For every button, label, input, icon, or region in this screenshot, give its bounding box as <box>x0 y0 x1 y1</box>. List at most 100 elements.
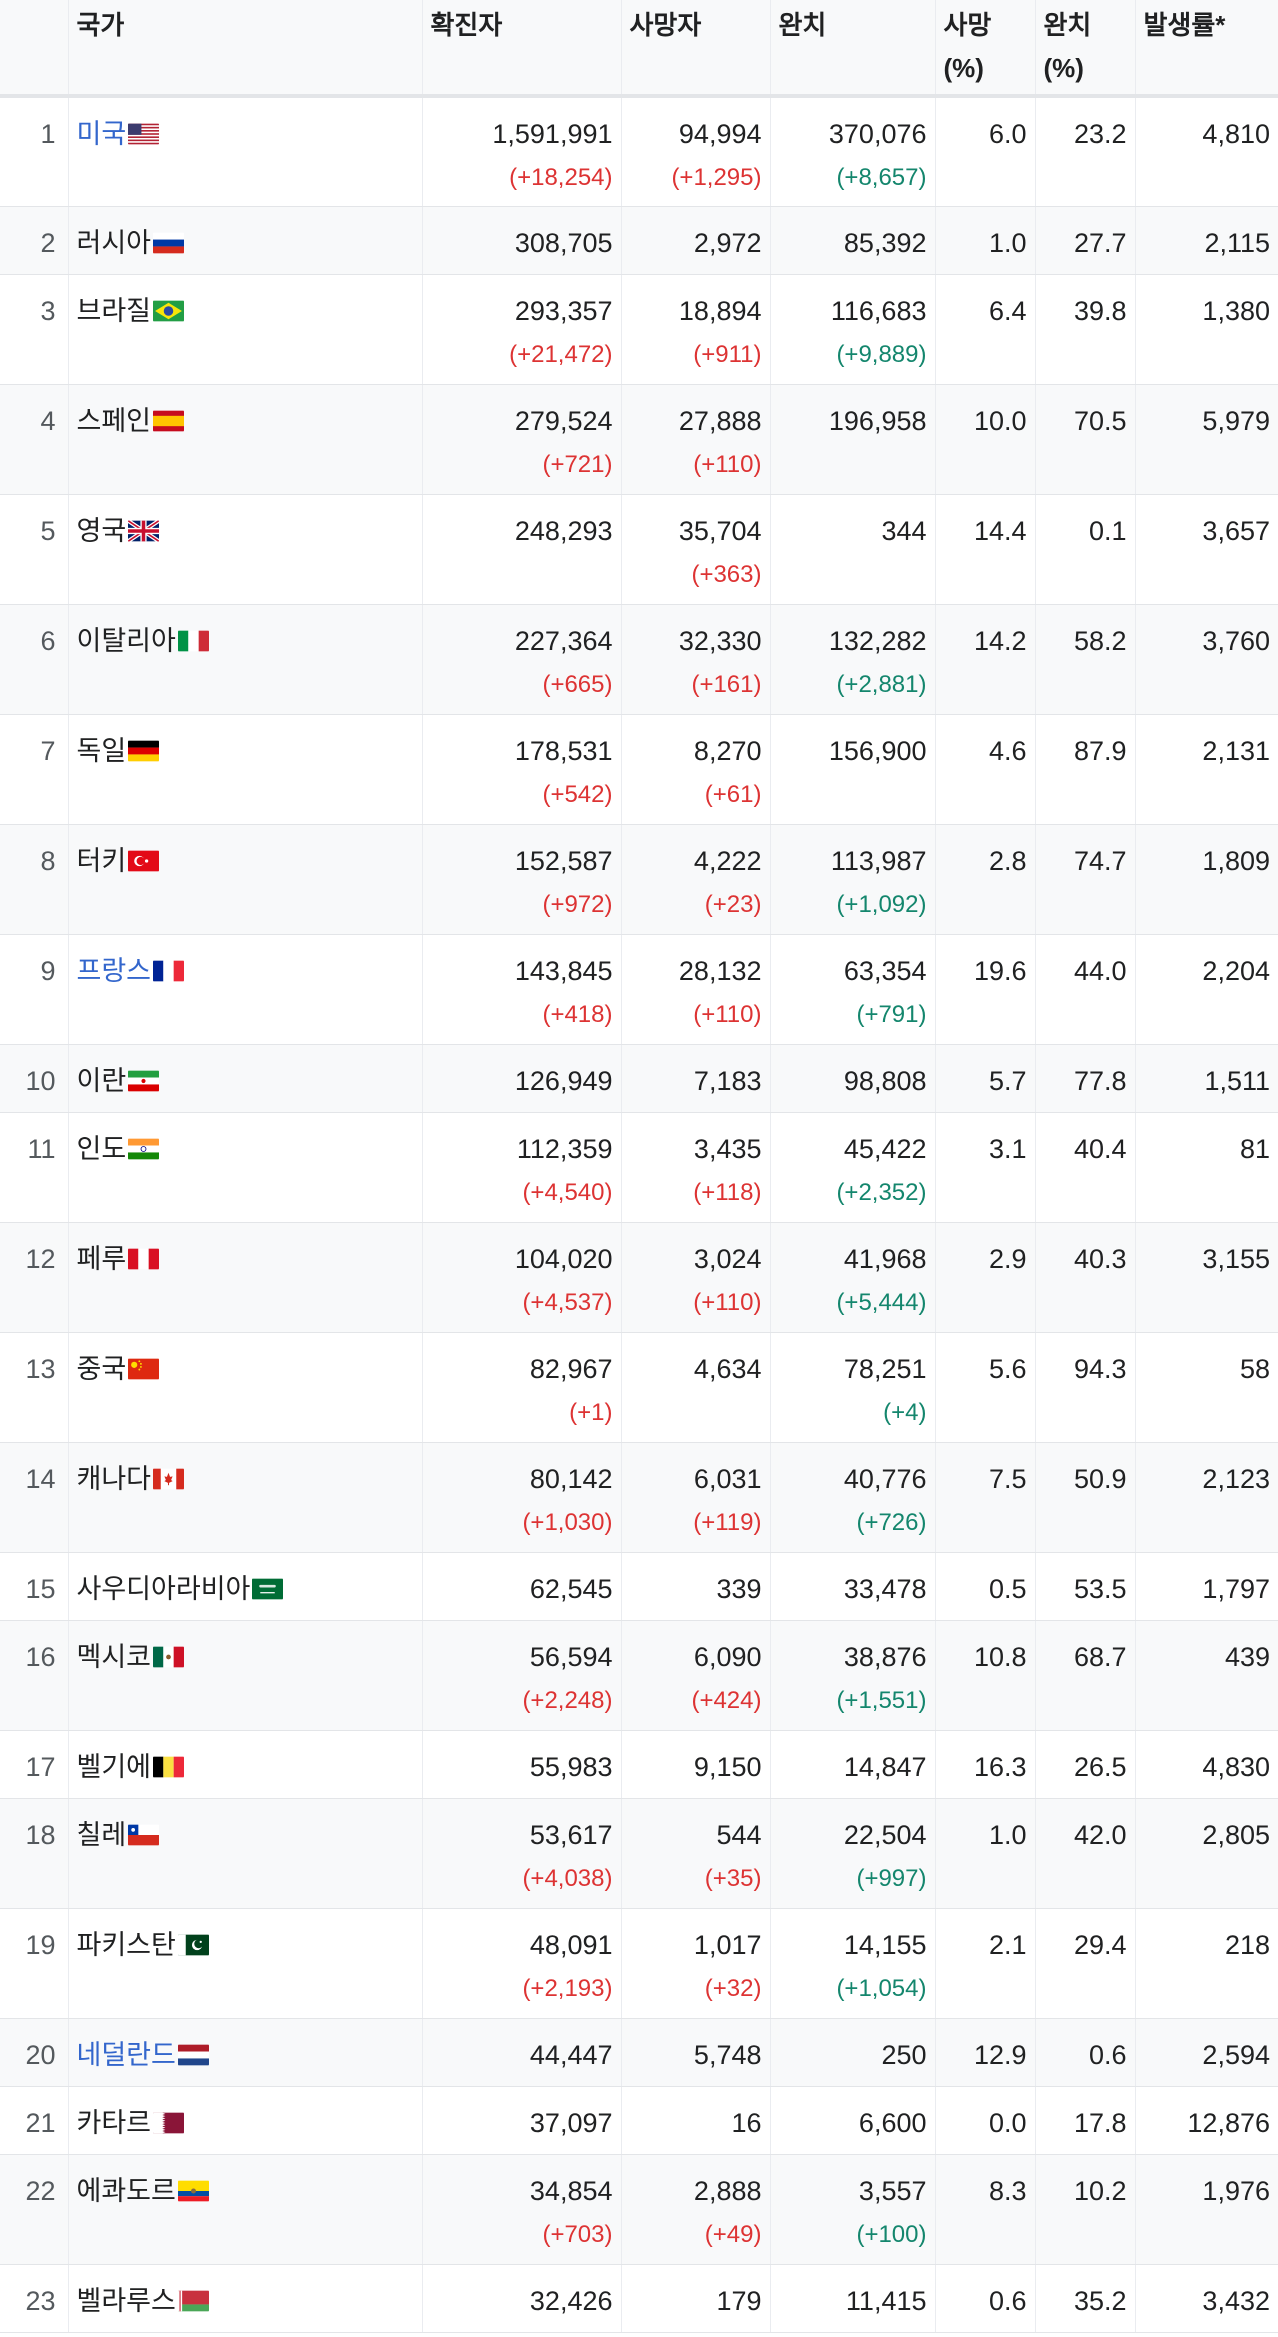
deaths-value: 1,017 <box>693 1929 762 1960</box>
recovered-value: 156,900 <box>828 735 927 766</box>
rank-cell: 23 <box>0 2264 69 2333</box>
rank-cell: 16 <box>0 1620 69 1731</box>
country-cell: 브라질 <box>68 274 423 385</box>
recovery-rate-value: 29.4 <box>1073 1929 1127 1960</box>
death-rate-value: 10.0 <box>973 405 1027 436</box>
incidence-value: 1,809 <box>1202 845 1270 876</box>
recovered-delta: (+5,444) <box>836 1288 927 1316</box>
death-rate-value: 8.3 <box>988 2175 1027 2206</box>
confirmed-delta: (+1,030) <box>522 1508 613 1536</box>
country-cell: 칠레 <box>68 1798 423 1909</box>
rank-value: 17 <box>25 1751 56 1782</box>
deaths-value: 5,748 <box>693 2039 762 2070</box>
belgium-flag-icon <box>153 1756 185 1778</box>
recovered-value: 38,876 <box>843 1641 927 1672</box>
death-rate-value: 5.7 <box>988 1065 1027 1096</box>
deaths-delta: (+161) <box>691 670 762 698</box>
recovered-cell: 132,282 (+2,881) <box>770 604 936 715</box>
recovery-rate-value: 10.2 <box>1073 2175 1127 2206</box>
france-flag-icon <box>153 960 185 982</box>
recovered-delta: (+1,092) <box>836 890 927 918</box>
country-cell: 사우디아라비아 <box>68 1552 423 1621</box>
incidence-value: 81 <box>1239 1133 1270 1164</box>
incidence-value: 218 <box>1224 1929 1270 1960</box>
deaths-cell: 544 (+35) <box>621 1798 771 1909</box>
header-rank[interactable] <box>0 0 69 98</box>
incidence-cell: 1,797 <box>1135 1552 1278 1621</box>
rank-cell: 7 <box>0 714 69 825</box>
rank-value: 9 <box>40 955 56 986</box>
confirmed-delta: (+4,537) <box>522 1288 613 1316</box>
rank-value: 7 <box>40 735 56 766</box>
confirmed-delta: (+2,248) <box>522 1686 613 1714</box>
header-confirmed[interactable]: 확진자 <box>422 0 622 98</box>
recovery-rate-value: 87.9 <box>1073 735 1127 766</box>
recovered-value: 45,422 <box>843 1133 927 1164</box>
country-name[interactable]: 미국 <box>77 119 127 149</box>
incidence-cell: 58 <box>1135 1332 1278 1443</box>
recovered-value: 85,392 <box>843 227 927 258</box>
covid-country-table: 국가 확진자 사망자 완치 사망 (%) 완치 (%) 발생률* 1 미국 1,59… <box>0 0 1278 2333</box>
recovered-value: 78,251 <box>843 1353 927 1384</box>
incidence-value: 3,155 <box>1202 1243 1270 1274</box>
header-country[interactable]: 국가 <box>68 0 423 98</box>
rank-value: 5 <box>40 515 56 546</box>
incidence-cell: 2,131 <box>1135 714 1278 825</box>
confirmed-delta: (+21,472) <box>509 340 613 368</box>
table-row: 10 이란 126,949 7,183 98,808 5.7 77.8 1,51… <box>0 1044 1278 1113</box>
country-name: 독일 <box>76 735 127 766</box>
recovered-delta: (+2,881) <box>836 670 927 698</box>
header-recovered[interactable]: 완치 <box>770 0 936 98</box>
country-name[interactable]: 프랑스 <box>77 956 152 986</box>
germany-flag-icon <box>128 740 160 762</box>
country-cell: 네덜란드 <box>68 2018 423 2087</box>
death-rate-value: 2.8 <box>988 845 1027 876</box>
recovered-value: 14,155 <box>843 1929 927 1960</box>
country-name: 에콰도르 <box>76 2175 176 2206</box>
table-row: 22 에콰도르 34,854 (+703) 2,888 (+49) 3,557 (+1… <box>0 2154 1278 2265</box>
header-incidence[interactable]: 발생률* <box>1135 0 1278 98</box>
country-name: 이란 <box>76 1065 127 1096</box>
deaths-value: 18,894 <box>678 295 762 326</box>
recovered-cell: 116,683 (+9,889) <box>770 274 936 385</box>
country-name: 사우디아라비아 <box>76 1573 251 1604</box>
confirmed-value: 44,447 <box>529 2039 613 2070</box>
deaths-value: 7,183 <box>693 1065 762 1096</box>
recovery-rate-value: 42.0 <box>1073 1819 1127 1850</box>
header-death-rate[interactable]: 사망 (%) <box>935 0 1036 98</box>
rank-value: 20 <box>25 2039 56 2070</box>
deaths-value: 2,888 <box>693 2175 762 2206</box>
header-deaths[interactable]: 사망자 <box>621 0 771 98</box>
deaths-delta: (+110) <box>693 1288 762 1316</box>
belarus-flag-icon <box>177 2290 209 2312</box>
deaths-value: 9,150 <box>693 1751 762 1782</box>
deaths-delta: (+118) <box>693 1178 762 1206</box>
death-rate-cell: 14.4 <box>935 494 1036 605</box>
recovered-delta: (+997) <box>856 1864 927 1892</box>
header-recovery-rate[interactable]: 완치 (%) <box>1035 0 1136 98</box>
deaths-delta: (+424) <box>691 1686 762 1714</box>
confirmed-cell: 62,545 <box>422 1552 622 1621</box>
rank-cell: 2 <box>0 206 69 275</box>
deaths-value: 544 <box>716 1819 762 1850</box>
incidence-cell: 1,809 <box>1135 824 1278 935</box>
recovered-value: 196,958 <box>828 405 927 436</box>
country-name[interactable]: 네덜란드 <box>77 2040 176 2070</box>
confirmed-cell: 82,967 (+1) <box>422 1332 622 1443</box>
recovered-value: 250 <box>881 2039 927 2070</box>
recovery-rate-value: 53.5 <box>1073 1573 1127 1604</box>
death-rate-cell: 4.6 <box>935 714 1036 825</box>
rank-value: 14 <box>25 1463 56 1494</box>
recovered-cell: 33,478 <box>770 1552 936 1621</box>
table-row: 2 러시아 308,705 2,972 85,392 1.0 27.7 2,11… <box>0 206 1278 275</box>
incidence-value: 1,797 <box>1202 1573 1270 1604</box>
confirmed-delta: (+972) <box>542 890 613 918</box>
deaths-value: 28,132 <box>678 955 762 986</box>
confirmed-value: 279,524 <box>514 405 613 436</box>
incidence-cell: 5,979 <box>1135 384 1278 495</box>
deaths-value: 8,270 <box>693 735 762 766</box>
confirmed-cell: 37,097 <box>422 2086 622 2155</box>
deaths-value: 4,634 <box>693 1353 762 1384</box>
rank-cell: 11 <box>0 1112 69 1223</box>
rank-cell: 13 <box>0 1332 69 1443</box>
